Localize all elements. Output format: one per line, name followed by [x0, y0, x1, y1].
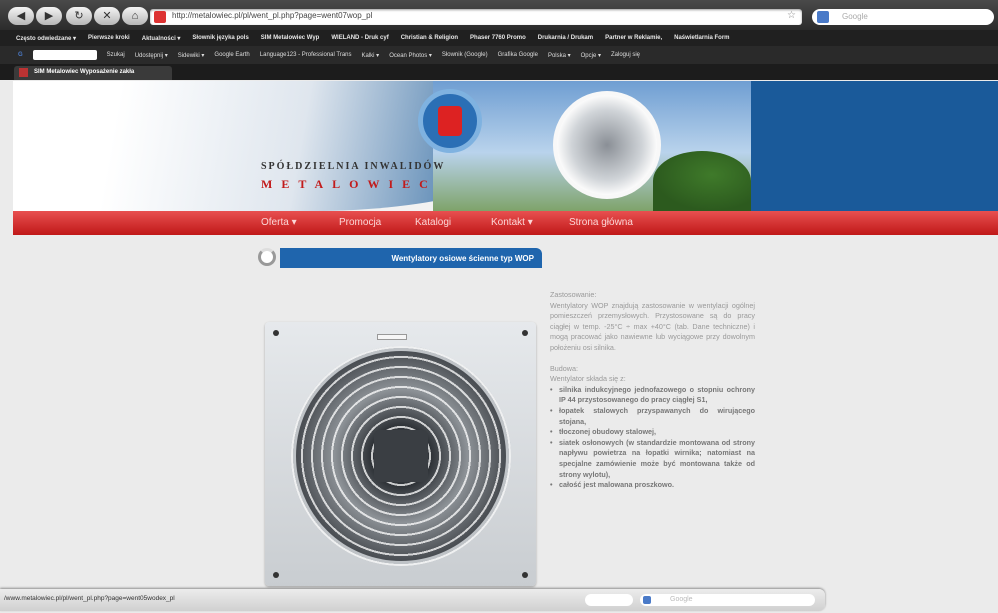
product-image	[265, 322, 536, 586]
parts-list: silnika indukcyjnego jednofazowego o sto…	[550, 385, 755, 491]
menu-item[interactable]: Strona główna	[569, 217, 633, 228]
google-toolbar-search[interactable]	[32, 50, 97, 60]
bookmark-item[interactable]: SIM Metalowiec Wyp	[261, 35, 320, 41]
usage-text: Wentylatory WOP znajdują zastosowanie w …	[550, 300, 755, 352]
part-item: całość jest malowana proszkowo.	[550, 480, 755, 491]
bookmarks-bar: Często odwiedzane ▾ Pierwsze kroki Aktualn…	[0, 30, 998, 46]
bookmark-item[interactable]: Phaser 7760 Promo	[470, 35, 526, 41]
google-logo-icon: G	[18, 52, 23, 58]
web-page: SPÓŁDZIELNIA INWALIDÓW METALOWIEC Oferta…	[0, 80, 998, 613]
toolbar-item[interactable]: Udostępnij ▾	[135, 52, 168, 59]
google-toolbar: G Szukaj Udostępnij ▾ Sidewiki ▾ Google Ear…	[0, 46, 998, 64]
bookmark-item[interactable]: Słownik języka pols	[192, 35, 248, 41]
section-heading: Wentylatory osiowe ścienne typ WOP	[258, 248, 542, 268]
forward-button[interactable]: ▶	[36, 7, 62, 25]
part-item: silnika indukcyjnego jednofazowego o sto…	[550, 385, 755, 406]
part-item: łopatek stalowych przyspawanych do wiruj…	[550, 406, 755, 427]
browser-toolbar: ◀ ▶ ↻ ✕ ⌂ http://metalowiec.pl/pl/went_p…	[0, 0, 998, 30]
bolt-icon	[273, 572, 279, 578]
browser-window: ◀ ▶ ↻ ✕ ⌂ http://metalowiec.pl/pl/went_p…	[0, 0, 998, 613]
part-item: siatek osłonowych (w standardzie montowa…	[550, 438, 755, 480]
sim-logo-icon[interactable]	[418, 89, 482, 153]
menu-item[interactable]: Katalogi	[415, 217, 451, 228]
google-icon	[817, 11, 829, 23]
loading-spinner-icon	[258, 248, 276, 266]
toolbar-item[interactable]: Grafika Google	[498, 52, 538, 58]
bookmark-star-icon[interactable]: ☆	[787, 10, 796, 21]
menu-item[interactable]: Oferta ▾	[261, 217, 297, 228]
status-search[interactable]: Google	[640, 594, 815, 606]
status-url: /www.metalowiec.pl/pl/went_pl.php?page=w…	[4, 595, 175, 602]
org-brand: METALOWIEC	[261, 177, 437, 191]
menu-item[interactable]: Kontakt ▾	[491, 217, 533, 228]
google-icon	[643, 596, 651, 604]
toolbar-item[interactable]: Ocean Photos ▾	[389, 52, 432, 59]
search-placeholder: Google	[842, 12, 868, 21]
status-widget[interactable]	[585, 594, 633, 606]
bolt-icon	[522, 330, 528, 336]
tab-title: SIM Metalowiec Wyposażenie zakła	[34, 69, 135, 75]
address-text: http://metalowiec.pl/pl/went_pl.php?page…	[172, 11, 373, 20]
bookmark-item[interactable]: Często odwiedzane ▾	[16, 35, 76, 42]
part-item: tłoczonej obudowy stalowej,	[550, 427, 755, 438]
toolbar-item[interactable]: Zaloguj się	[611, 52, 640, 58]
back-button[interactable]: ◀	[8, 7, 34, 25]
usage-title: Zastosowanie:	[550, 290, 597, 299]
header-fan-image	[553, 91, 661, 199]
status-bar: /www.metalowiec.pl/pl/went_pl.php?page=w…	[0, 589, 825, 611]
bookmark-item[interactable]: Partner w Reklamie,	[605, 35, 662, 41]
build-intro: Wentylator składa się z:	[550, 374, 626, 384]
toolbar-item[interactable]: Szukaj	[107, 52, 125, 58]
favicon-icon	[19, 68, 28, 77]
toolbar-item[interactable]: Opcje ▾	[581, 52, 601, 59]
search-box[interactable]: Google	[812, 9, 994, 25]
menu-item[interactable]: Promocja	[339, 217, 381, 228]
toolbar-item[interactable]: Polska ▾	[548, 52, 571, 59]
bookmark-item[interactable]: Drukarnia / Drukam	[538, 35, 593, 41]
toolbar-item[interactable]: Google Earth	[214, 52, 249, 58]
build-title: Budowa:	[550, 363, 578, 373]
home-icon[interactable]: ⌂	[122, 7, 148, 25]
bookmark-item[interactable]: Aktualności ▾	[142, 35, 181, 42]
bookmark-item[interactable]: Naświetlarnia Form	[674, 35, 729, 41]
rating-plate	[377, 334, 407, 340]
bolt-icon	[522, 572, 528, 578]
favicon-icon	[154, 11, 166, 23]
bolt-icon	[273, 330, 279, 336]
bookmark-item[interactable]: Pierwsze kroki	[88, 35, 130, 41]
header-blue-panel	[751, 81, 998, 211]
toolbar-item[interactable]: Kalki ▾	[362, 52, 380, 59]
product-description: Zastosowanie: Wentylatory WOP znajdują z…	[550, 290, 755, 491]
org-name: SPÓŁDZIELNIA INWALIDÓW	[261, 161, 446, 172]
toolbar-item[interactable]: Language123 - Professional Trans	[260, 52, 352, 58]
toolbar-item[interactable]: Słownik (Google)	[442, 52, 488, 58]
main-menu: Oferta ▾ Promocja Katalogi Kontakt ▾ Strona …	[13, 211, 998, 235]
fan-motor-hub	[374, 430, 428, 482]
bookmark-item[interactable]: WIELAND - Druk cyf	[331, 35, 388, 41]
product-heading: Wentylatory osiowe ścienne typ WOP	[280, 248, 542, 268]
site-header: SPÓŁDZIELNIA INWALIDÓW METALOWIEC	[13, 81, 998, 211]
status-search-placeholder: Google	[670, 596, 693, 603]
bookmark-item[interactable]: Christian & Religion	[401, 35, 458, 41]
reload-icon[interactable]: ↻	[66, 7, 92, 25]
tab-strip: SIM Metalowiec Wyposażenie zakła	[0, 64, 998, 80]
toolbar-item[interactable]: Sidewiki ▾	[178, 52, 205, 59]
stop-icon[interactable]: ✕	[94, 7, 120, 25]
tab-active[interactable]: SIM Metalowiec Wyposażenie zakła	[14, 66, 172, 80]
header-trees	[653, 151, 751, 211]
address-bar[interactable]: http://metalowiec.pl/pl/went_pl.php?page…	[150, 9, 802, 25]
